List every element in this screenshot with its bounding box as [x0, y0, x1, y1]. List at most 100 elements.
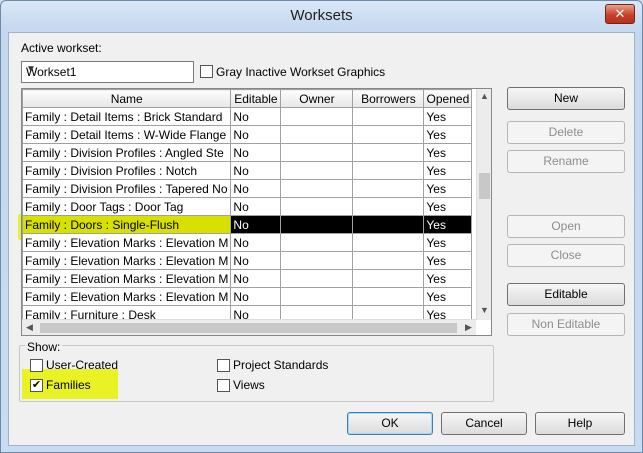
active-workset-dropdown[interactable]: Workset1 ▼ [21, 61, 194, 83]
user-created-label: User-Created [46, 358, 119, 372]
non-editable-button[interactable]: Non Editable [507, 313, 625, 336]
cell-owner[interactable] [280, 251, 354, 270]
cell-name[interactable]: Family : Elevation Marks : Elevation M [22, 233, 232, 252]
cell-opened[interactable]: Yes [423, 251, 473, 270]
rename-button[interactable]: Rename [507, 150, 625, 173]
cell-opened[interactable]: Yes [423, 233, 473, 252]
cell-borrowers[interactable] [352, 269, 425, 288]
cell-name[interactable]: Family : Detail Items : Brick Standard [22, 107, 232, 126]
horizontal-scroll-thumb[interactable] [40, 323, 457, 333]
cell-owner[interactable] [280, 269, 354, 288]
cell-owner[interactable] [280, 125, 354, 144]
cell-editable[interactable]: No [230, 107, 282, 126]
cell-borrowers[interactable] [352, 215, 425, 234]
cancel-button[interactable]: Cancel [441, 412, 527, 435]
column-header-name[interactable]: Name [22, 89, 232, 108]
scroll-down-icon[interactable]: ▼ [480, 305, 489, 315]
cell-name[interactable]: Family : Elevation Marks : Elevation M [22, 251, 232, 270]
cell-name[interactable]: Family : Door Tags : Door Tag [22, 197, 232, 216]
cell-borrowers[interactable] [352, 251, 425, 270]
cell-owner[interactable] [280, 197, 354, 216]
cell-owner[interactable] [280, 179, 354, 198]
cell-editable[interactable]: No [230, 125, 282, 144]
cell-name[interactable]: Family : Elevation Marks : Elevation M [22, 269, 232, 288]
cell-borrowers[interactable] [352, 197, 425, 216]
table-row-selected[interactable]: Family : Doors : Single-Flush No Yes [22, 215, 473, 234]
families-checkbox[interactable]: ✔ [30, 379, 43, 392]
table-row[interactable]: Family : Elevation Marks : Elevation M No… [22, 269, 473, 288]
show-label: Show: [25, 340, 63, 354]
delete-button[interactable]: Delete [507, 121, 625, 144]
cell-opened[interactable]: Yes [423, 107, 473, 126]
cell-opened[interactable]: Yes [423, 143, 473, 162]
table-row[interactable]: Family : Division Profiles : Angled Ste N… [22, 143, 473, 162]
cell-editable[interactable]: No [230, 287, 282, 306]
table-row[interactable]: Family : Elevation Marks : Elevation M No… [22, 251, 473, 270]
cell-editable[interactable]: No [230, 269, 282, 288]
cell-opened[interactable]: Yes [423, 125, 473, 144]
cell-editable[interactable]: No [230, 143, 282, 162]
cell-name[interactable]: Family : Elevation Marks : Elevation M [22, 287, 232, 306]
cell-editable[interactable]: No [230, 215, 282, 234]
new-button[interactable]: New [507, 87, 625, 110]
project-standards-checkbox[interactable] [217, 359, 230, 372]
cell-owner[interactable] [280, 287, 354, 306]
table-row[interactable]: Family : Detail Items : Brick Standard No… [22, 107, 473, 126]
vertical-scrollbar[interactable]: ▲ ▼ [476, 89, 491, 320]
cell-owner[interactable] [280, 143, 354, 162]
cell-owner[interactable] [280, 107, 354, 126]
column-header-borrowers[interactable]: Borrowers [352, 89, 425, 108]
table-row[interactable]: Family : Division Profiles : Tapered No N… [22, 179, 473, 198]
cell-opened[interactable]: Yes [423, 179, 473, 198]
cell-editable[interactable]: No [230, 197, 282, 216]
title-bar: Worksets ✕ [1, 1, 642, 31]
cell-opened[interactable]: Yes [423, 197, 473, 216]
cell-name[interactable]: Family : Division Profiles : Tapered No [22, 179, 232, 198]
cell-name[interactable]: Family : Division Profiles : Angled Ste [22, 143, 232, 162]
scroll-right-icon[interactable]: ▶ [465, 322, 472, 333]
cell-owner[interactable] [280, 161, 354, 180]
cell-editable[interactable]: No [230, 161, 282, 180]
cell-name[interactable]: Family : Detail Items : W-Wide Flange [22, 125, 232, 144]
cell-name[interactable]: Family : Division Profiles : Notch [22, 161, 232, 180]
ok-button[interactable]: OK [347, 412, 433, 435]
column-header-owner[interactable]: Owner [280, 89, 354, 108]
cell-name[interactable]: Family : Doors : Single-Flush [22, 215, 232, 234]
close-workset-button[interactable]: Close [507, 244, 625, 267]
open-button[interactable]: Open [507, 215, 625, 238]
table-row[interactable]: Family : Elevation Marks : Elevation M No… [22, 287, 473, 306]
horizontal-scrollbar[interactable]: ◀ ▶ [22, 319, 476, 335]
user-created-checkbox[interactable] [30, 359, 43, 372]
cell-borrowers[interactable] [352, 125, 425, 144]
table-row[interactable]: Family : Door Tags : Door Tag No Yes [22, 197, 473, 216]
column-header-editable[interactable]: Editable [230, 89, 282, 108]
table-row[interactable]: Family : Division Profiles : Notch No Yes [22, 161, 473, 180]
help-button[interactable]: Help [535, 412, 625, 435]
cell-editable[interactable]: No [230, 233, 282, 252]
gray-inactive-checkbox[interactable] [200, 65, 213, 78]
cell-borrowers[interactable] [352, 143, 425, 162]
cell-borrowers[interactable] [352, 161, 425, 180]
cell-borrowers[interactable] [352, 287, 425, 306]
table-row[interactable]: Family : Detail Items : W-Wide Flange No Y… [22, 125, 473, 144]
close-button[interactable]: ✕ [605, 4, 635, 24]
cell-opened[interactable]: Yes [423, 269, 473, 288]
cell-editable[interactable]: No [230, 179, 282, 198]
cell-borrowers[interactable] [352, 233, 425, 252]
cell-opened[interactable]: Yes [423, 215, 473, 234]
cell-editable[interactable]: No [230, 251, 282, 270]
table-row[interactable]: Family : Elevation Marks : Elevation M No… [22, 233, 473, 252]
cell-borrowers[interactable] [352, 179, 425, 198]
cell-owner[interactable] [280, 233, 354, 252]
vertical-scroll-thumb[interactable] [479, 173, 490, 199]
views-checkbox[interactable] [217, 379, 230, 392]
scroll-left-icon[interactable]: ◀ [26, 322, 33, 333]
cell-owner[interactable] [280, 215, 354, 234]
scroll-up-icon[interactable]: ▲ [480, 91, 489, 101]
editable-button[interactable]: Editable [507, 283, 625, 306]
cell-borrowers[interactable] [352, 107, 425, 126]
workset-table: Name Editable Owner Borrowers Opened Fam… [22, 89, 473, 324]
column-header-opened[interactable]: Opened [423, 89, 473, 108]
cell-opened[interactable]: Yes [423, 287, 473, 306]
cell-opened[interactable]: Yes [423, 161, 473, 180]
